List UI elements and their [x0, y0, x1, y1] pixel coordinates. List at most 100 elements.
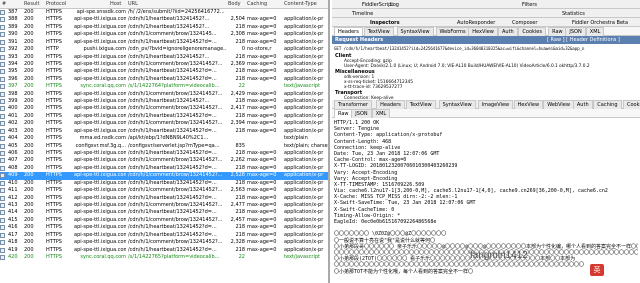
- table-row[interactable]: 389 200 HTTPS api-spe-ttl.ixigua.com/cdn/h/…: [0, 24, 328, 31]
- tab-transformer[interactable]: Transformer: [334, 100, 373, 109]
- table-row[interactable]: 397 200 HTTPS sync.coral.qq.com/s/1/1422764…: [0, 83, 328, 90]
- tab-textview[interactable]: TextView: [405, 100, 436, 109]
- tab-caching[interactable]: Caching: [593, 100, 622, 109]
- tab-json[interactable]: JSON: [351, 109, 372, 118]
- table-row[interactable]: 387 200 HTTPS api-spe.snssdk.com/h/ /2/ens/…: [0, 9, 328, 16]
- session-list: # Result Protocol Host URL Body Caching …: [0, 0, 330, 283]
- cell: application/x-pr: [284, 53, 324, 60]
- cell: 200: [24, 112, 34, 119]
- table-row[interactable]: 410 200 HTTPS api-spe-ttl.ixigua.com/cdn/h/…: [0, 180, 328, 187]
- cell: 200: [24, 38, 34, 45]
- tab-headers[interactable]: Headers: [376, 100, 405, 109]
- session-type-icon: [0, 136, 5, 142]
- cell: 405: [8, 142, 18, 149]
- request-header-links[interactable]: [ Raw ] [ Header Definitions ]: [547, 37, 620, 43]
- cell: api-spe-ttl.ixigua.com: [74, 172, 126, 179]
- tab-composer[interactable]: Composer: [512, 20, 537, 26]
- table-row[interactable]: 404 200 HTTPS mma.ed.nsdk.com/api/kt/ebp/1?…: [0, 135, 328, 142]
- table-row[interactable]: 394 200 HTTPS api-spe-ttl.ixigua.com/cdn/h/…: [0, 61, 328, 68]
- table-row[interactable]: 391 200 HTTPS api-spe-ttl.ixigua.com/cdn/h/…: [0, 39, 328, 46]
- table-row[interactable]: 393 200 HTTPS api-spe-ttl.ixigua.com/cdn/h/…: [0, 54, 328, 61]
- cell: 409: [8, 172, 18, 179]
- table-row[interactable]: 417 200 HTTPS api-spe-ttl.ixigua.com/cdn/h/…: [0, 232, 328, 239]
- table-row[interactable]: 411 200 HTTPS api-spe-ttl.ixigua.com/cdn/h/…: [0, 187, 328, 194]
- table-row[interactable]: 420 200 HTTPS sync.coral.qq.com/s/1/1422765…: [0, 254, 328, 261]
- table-row[interactable]: 406 200 HTTPS api-spe-ttl.ixigua.com/cdn/h/…: [0, 150, 328, 157]
- table-row[interactable]: 407 200 HTTPS api-spe-ttl.ixigua.com/cdn/h/…: [0, 157, 328, 164]
- table-row[interactable]: 401 200 HTTPS api-spe-ttl.ixigua.com/cdn/h/…: [0, 113, 328, 120]
- tab-hexview[interactable]: HexView: [513, 100, 544, 109]
- session-type-icon: [0, 188, 5, 194]
- tab-raw[interactable]: Raw: [548, 27, 567, 36]
- table-row[interactable]: 388 200 HTTPS api-spe-ttl.ixigua.com/cdn/h/…: [0, 16, 328, 23]
- table-row[interactable]: 402 200 HTTPS api-spe-ttl.ixigua.com/cdn/h/…: [0, 120, 328, 127]
- col-header-url[interactable]: URL: [128, 1, 138, 7]
- table-row[interactable]: 413 200 HTTPS api-spe-ttl.ixigua.com/cdn/h/…: [0, 202, 328, 209]
- tab-hexview[interactable]: HexView: [468, 27, 498, 36]
- tab-webforms[interactable]: WebForms: [435, 27, 470, 36]
- table-row[interactable]: 409 200 HTTPS api-spe-ttl.ixigua.com/cdn/h/…: [0, 172, 328, 180]
- cell: api-spe-ttl.ixigua.com: [74, 31, 126, 38]
- tab-autoresponder[interactable]: AutoResponder: [457, 20, 495, 26]
- cell: 200: [24, 53, 34, 60]
- table-row[interactable]: 418 200 HTTPS api-spe-ttl.ixigua.com/cdn/h/…: [0, 239, 328, 246]
- col-header-body[interactable]: Body: [228, 1, 241, 7]
- cell: /cdn/h/1/heartbeat/13241452?d=...: [128, 164, 217, 171]
- table-row[interactable]: 405 200 HTTPS configsvr.msf.3g.q.../configs…: [0, 143, 328, 150]
- cell: HTTPS: [46, 142, 62, 149]
- tab-json[interactable]: JSON: [565, 27, 586, 36]
- col-header-protocol[interactable]: Protocol: [46, 1, 66, 7]
- col-header-host[interactable]: Host: [110, 1, 121, 7]
- tab-webview[interactable]: WebView: [543, 100, 574, 109]
- tab-auth[interactable]: Auth: [498, 27, 518, 36]
- cell: 395: [8, 68, 18, 75]
- table-row[interactable]: 399 200 HTTPS api-spe-ttl.ixigua.com/cdn/h/…: [0, 98, 328, 105]
- table-row[interactable]: 392 200 HTTP pushi.ixigua.com/cdn_pv/?bvid=…: [0, 46, 328, 53]
- tab-raw[interactable]: Raw: [334, 109, 353, 118]
- col-header-num[interactable]: #: [2, 1, 6, 7]
- tab-syntaxview[interactable]: SyntaxView: [438, 100, 476, 109]
- table-row[interactable]: 416 200 HTTPS api-spe-ttl.ixigua.com/cdn/h/…: [0, 224, 328, 231]
- table-row[interactable]: 396 200 HTTPS api-spe-ttl.ixigua.com/cdn/h/…: [0, 76, 328, 83]
- cell: 218: [235, 164, 245, 171]
- table-row[interactable]: 390 200 HTTPS api-spe-ttl.ixigua.com/cdn/h/…: [0, 31, 328, 38]
- cell: api-spe-ttl.ixigua.com: [74, 157, 126, 164]
- col-header-caching[interactable]: Caching: [247, 1, 267, 7]
- cell: api-spe-ttl.ixigua.com: [74, 231, 126, 238]
- tab-headers[interactable]: Headers: [334, 27, 363, 36]
- table-row[interactable]: 403 200 HTTPS api-spe-ttl.ixigua.com/cdn/h/…: [0, 128, 328, 135]
- table-row[interactable]: 414 200 HTTPS api-spe-ttl.ixigua.com/cdn/h/…: [0, 209, 328, 216]
- table-row[interactable]: 398 200 HTTPS api-spe-ttl.ixigua.com/cdn/h/…: [0, 91, 328, 98]
- tab-inspectors[interactable]: Inspectors: [370, 20, 400, 26]
- table-row[interactable]: 408 200 HTTPS api-spe-ttl.ixigua.com/cdn/h/…: [0, 165, 328, 172]
- tab-statistics[interactable]: Statistics: [562, 11, 585, 17]
- cell: 200: [24, 172, 34, 179]
- tab-cookies[interactable]: Cookies: [518, 27, 546, 36]
- col-header-result[interactable]: Result: [24, 1, 39, 7]
- col-header-content-type[interactable]: Content-Type: [284, 1, 317, 7]
- cell: max-age=0: [247, 194, 277, 201]
- tab-fiddler-orchestra[interactable]: Fiddler Orchestra Beta: [572, 20, 628, 26]
- cell: 218: [235, 68, 245, 75]
- tab-filters[interactable]: Filters: [522, 2, 537, 8]
- cell: 200: [24, 239, 34, 246]
- cell: 200: [24, 209, 34, 216]
- table-row[interactable]: 419 200 HTTPS api-spe-ttl.ixigua.com/cdn/h/…: [0, 247, 328, 254]
- table-row[interactable]: 415 200 HTTPS api-spe-ttl.ixigua.com/cdn/h/…: [0, 217, 328, 224]
- table-row[interactable]: 400 200 HTTPS api-spe-ttl.ixigua.com/cdn/h/…: [0, 105, 328, 112]
- table-row[interactable]: 395 200 HTTPS api-spe-ttl.ixigua.com/cdn/h/…: [0, 68, 328, 75]
- tab-xml[interactable]: XML: [585, 27, 605, 36]
- ime-badge[interactable]: 英: [590, 264, 604, 276]
- cell: max-age=0: [247, 246, 277, 253]
- tab-cookies[interactable]: Cookies: [623, 100, 640, 109]
- tab-syntaxview[interactable]: SyntaxView: [396, 27, 434, 36]
- session-type-icon: [0, 10, 5, 15]
- tab-textview[interactable]: TextView: [363, 27, 394, 36]
- tab-xml[interactable]: XML: [371, 109, 391, 118]
- tab-imageview[interactable]: ImageView: [477, 100, 514, 109]
- tab-fiddlerscript[interactable]: FiddlerScript: [362, 2, 393, 8]
- tab-auth[interactable]: Auth: [572, 100, 593, 109]
- tab-timeline[interactable]: Timeline: [352, 11, 373, 17]
- table-row[interactable]: 412 200 HTTPS api-spe-ttl.ixigua.com/cdn/h/…: [0, 195, 328, 202]
- cell: application/x-pr: [284, 46, 324, 53]
